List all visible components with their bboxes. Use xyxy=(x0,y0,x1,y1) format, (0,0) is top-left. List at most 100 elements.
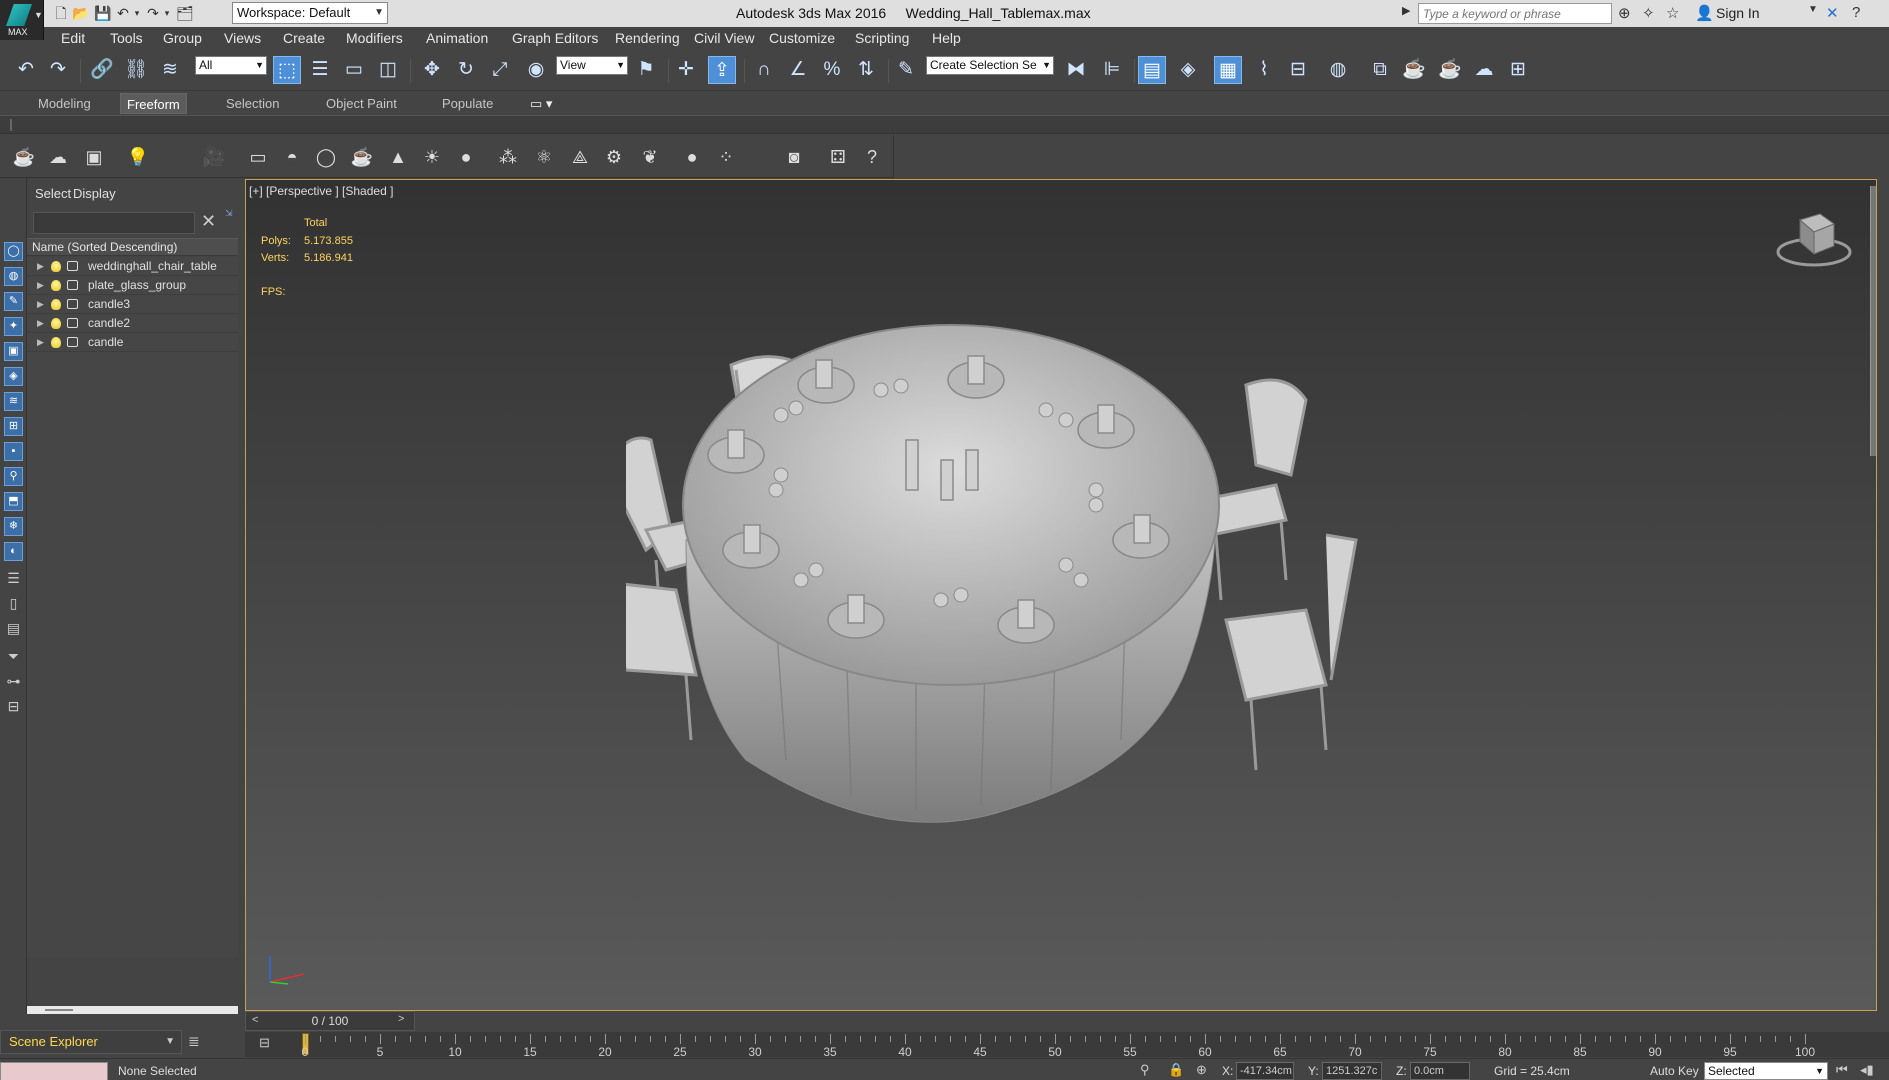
menu-views[interactable]: Views xyxy=(224,30,261,46)
keyboard-shortcut-override-icon[interactable]: ⇪ xyxy=(708,56,736,84)
menu-edit[interactable]: Edit xyxy=(61,30,85,46)
reference-coordinate-select[interactable]: View ▼ xyxy=(556,56,628,75)
z-coordinate-field[interactable]: 0.0cm xyxy=(1410,1062,1470,1080)
isolate-selection-icon[interactable]: ⚲ xyxy=(1140,1062,1150,1078)
display-groups-icon[interactable]: ⊞ xyxy=(4,417,23,436)
redo-dropdown-icon[interactable]: ▾ xyxy=(158,4,176,22)
display-frozen-icon[interactable]: ❄ xyxy=(4,517,23,536)
menu-tools[interactable]: Tools xyxy=(110,30,143,46)
list-item[interactable]: ▶ candle3 xyxy=(27,295,238,314)
menu-animation[interactable]: Animation xyxy=(426,30,488,46)
help-circle-icon[interactable]: ? xyxy=(860,145,884,169)
toggle-layer-explorer-icon[interactable]: ◈ xyxy=(1174,56,1202,84)
tripod-icon[interactable]: ⟁ xyxy=(568,145,592,169)
time-slider[interactable]: < 0 / 100 xyxy=(245,1011,415,1031)
window-crossing-icon[interactable]: ◫ xyxy=(374,56,402,84)
display-hidden-icon[interactable]: ◐ xyxy=(4,542,23,561)
viewport-scrollbar[interactable] xyxy=(1870,186,1876,456)
teapot-object-icon[interactable]: ☕ xyxy=(350,145,374,169)
mirror-icon[interactable]: ⧓ xyxy=(1062,56,1090,84)
viewport-label-menu[interactable]: [+] [Perspective ] [Shaded ] xyxy=(249,184,393,198)
expand-arrow-icon[interactable]: ▶ xyxy=(37,295,44,314)
panel-corner-icon[interactable]: ⇲ xyxy=(225,208,233,219)
save-file-icon[interactable]: 💾 xyxy=(94,4,112,22)
select-manipulate-icon[interactable]: ✛ xyxy=(672,56,700,84)
cone-icon[interactable]: ▲ xyxy=(386,145,410,169)
display-cameras-icon[interactable]: ▣ xyxy=(4,342,23,361)
auto-key-button[interactable]: Auto Key xyxy=(1650,1064,1699,1078)
application-menu-button[interactable]: MAX ▼ xyxy=(0,0,44,40)
help-icon[interactable]: ? xyxy=(1852,4,1860,21)
percent-snap-icon[interactable]: % xyxy=(818,56,846,84)
undo-icon[interactable]: ↶ xyxy=(12,56,40,84)
unlink-selection-icon[interactable]: ⛓ xyxy=(122,56,150,84)
timeline-key-icon[interactable]: ⊟ xyxy=(259,1035,270,1051)
renderable-icon[interactable] xyxy=(67,280,78,290)
select-and-rotate-icon[interactable]: ↻ xyxy=(452,56,480,84)
expand-arrow-icon[interactable]: ▶ xyxy=(37,257,44,276)
renderable-icon[interactable] xyxy=(67,318,78,328)
sphere-light-icon[interactable]: ● xyxy=(454,145,478,169)
binoculars-icon[interactable]: ⊕ xyxy=(1618,4,1631,22)
search-input[interactable] xyxy=(1418,3,1612,24)
display-containers-icon[interactable]: ⬒ xyxy=(4,492,23,511)
tab-display[interactable]: Display xyxy=(73,186,116,201)
select-and-scale-icon[interactable]: ⤢ xyxy=(486,56,514,84)
rectangular-selection-icon[interactable]: ▭ xyxy=(340,56,368,84)
tab-object-paint[interactable]: Object Paint xyxy=(320,93,403,114)
edit-named-selection-icon[interactable]: ✎ xyxy=(892,56,920,84)
curve-editor-icon[interactable]: ⌇ xyxy=(1250,56,1278,84)
render-in-cloud-icon[interactable]: ☁ xyxy=(1470,56,1498,84)
layers-icon[interactable]: ≣ xyxy=(188,1033,200,1050)
teapot-icon[interactable]: ☕ xyxy=(12,145,36,169)
rendered-frame-window-icon[interactable]: ☕ xyxy=(1400,56,1428,84)
display-bones-icon[interactable]: ⚲ xyxy=(4,467,23,486)
list-item[interactable]: ▶ candle2 xyxy=(27,314,238,333)
menu-rendering[interactable]: Rendering xyxy=(615,30,680,46)
scene-explorer-select[interactable]: Scene Explorer ▼ xyxy=(0,1030,182,1054)
gear-icon[interactable]: ⚙ xyxy=(602,145,626,169)
display-object-xrefs-icon[interactable]: ▪ xyxy=(4,442,23,461)
menu-scripting[interactable]: Scripting xyxy=(855,30,909,46)
list-item[interactable]: ▶ plate_glass_group xyxy=(27,276,238,295)
x-coordinate-field[interactable]: -417.34cm xyxy=(1236,1062,1294,1080)
material-slots-icon[interactable]: ⁘ xyxy=(714,145,738,169)
lock-selection-icon[interactable]: 🔒 xyxy=(1168,1062,1184,1078)
list-item[interactable]: ▶ candle xyxy=(27,333,238,352)
tab-freeform[interactable]: Freeform xyxy=(120,93,187,114)
render-camera-icon[interactable]: ◙ xyxy=(782,145,806,169)
plane-icon[interactable]: ▭ xyxy=(246,145,270,169)
lightbulb-icon[interactable] xyxy=(51,337,61,348)
align-icon[interactable]: ⊫ xyxy=(1098,56,1126,84)
collapse-icon[interactable]: ⊟ xyxy=(4,698,23,717)
display-none-list-icon[interactable]: ▯ xyxy=(4,595,23,614)
tab-select[interactable]: Select xyxy=(35,186,71,201)
ribbon-options-icon[interactable]: ▭ ▾ xyxy=(524,93,558,114)
named-selection-set-select[interactable]: Create Selection Se ▼ xyxy=(926,56,1054,75)
expand-arrow-icon[interactable]: ▶ xyxy=(37,333,44,352)
maxscript-listener[interactable] xyxy=(0,1062,108,1080)
select-and-move-icon[interactable]: ✥ xyxy=(418,56,446,84)
new-file-icon[interactable]: 🗋 xyxy=(52,4,70,22)
sign-in-dropdown-icon[interactable]: ▼ xyxy=(1808,4,1818,15)
select-object-icon[interactable]: ⬚ xyxy=(273,56,301,84)
material-editor-icon[interactable]: ◍ xyxy=(1324,56,1352,84)
render-frame-icon[interactable]: ▣ xyxy=(82,145,106,169)
renderable-icon[interactable] xyxy=(67,337,78,347)
display-space-warps-icon[interactable]: ≋ xyxy=(4,392,23,411)
lightbulb-icon[interactable] xyxy=(51,299,61,310)
spinner-snap-icon[interactable]: ⇅ xyxy=(852,56,880,84)
go-to-start-icon[interactable]: ⏮ xyxy=(1836,1062,1848,1078)
expand-arrow-icon[interactable]: ▶ xyxy=(37,276,44,295)
batch-render-icon[interactable]: ⚃ xyxy=(826,145,850,169)
timeline-track[interactable]: ⊟ 0 5 10 15 20 25 30 35 40 45 50 55 60 65 70 75 80 85 90 95… xyxy=(245,1032,1889,1059)
previous-frame-button-icon[interactable]: ◂▮ xyxy=(1860,1062,1874,1078)
display-all-icon[interactable]: ☰ xyxy=(4,570,23,589)
renderable-icon[interactable] xyxy=(67,299,78,309)
filter-icon[interactable]: ⏷ xyxy=(4,648,23,667)
bind-to-space-warp-icon[interactable]: ≋ xyxy=(156,56,184,84)
menu-civil-view[interactable]: Civil View xyxy=(694,30,754,46)
atom-icon[interactable]: ⚛ xyxy=(532,145,556,169)
expand-arrow-icon[interactable]: ▶ xyxy=(1402,4,1410,17)
menu-group[interactable]: Group xyxy=(163,30,202,46)
